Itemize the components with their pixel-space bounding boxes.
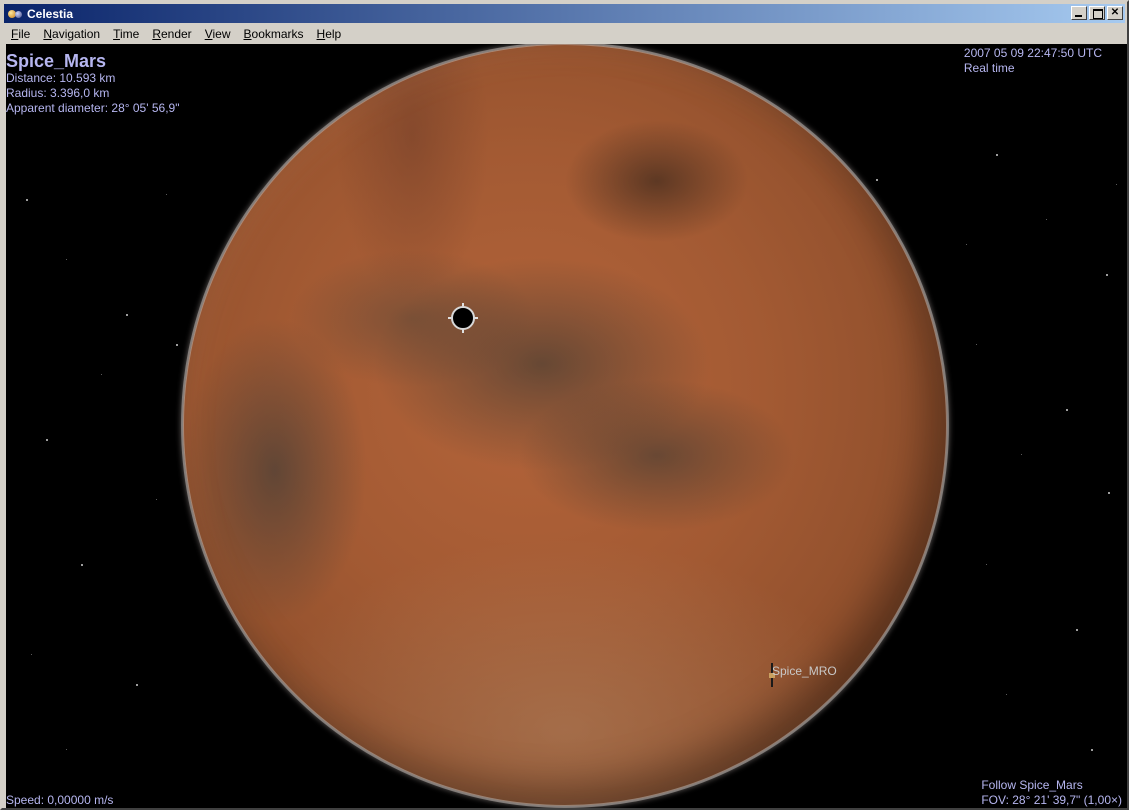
render-viewport[interactable]: Spice_MRO Spice_Mars Distance: 10.593 km… [6, 44, 1127, 808]
radius-readout: Radius: 3.396,0 km [6, 86, 110, 100]
menu-file[interactable]: File [4, 25, 36, 43]
menu-render[interactable]: Render [145, 25, 197, 43]
selection-crosshair-icon [448, 303, 478, 333]
window-title: Celestia [27, 6, 74, 21]
fov-readout: FOV: 28° 21' 39,7" (1,00×) [981, 793, 1122, 807]
speed-panel: Speed: 0,00000 m/s [6, 793, 113, 808]
mars-globe[interactable] [183, 44, 947, 806]
datetime-readout: 2007 05 09 22:47:50 UTC [963, 46, 1102, 60]
minimize-button[interactable] [1071, 6, 1087, 20]
maximize-button[interactable] [1089, 6, 1105, 20]
menu-bookmarks[interactable]: Bookmarks [237, 25, 310, 43]
object-info-panel: Spice_Mars Distance: 10.593 km Radius: 3… [6, 51, 179, 116]
menu-time[interactable]: Time [106, 25, 145, 43]
menu-bar: File Navigation Time Render View Bookmar… [4, 24, 1125, 44]
camera-info-panel: Follow Spice_Mars FOV: 28° 21' 39,7" (1,… [981, 778, 1122, 808]
title-bar[interactable]: Celestia ✕ [4, 4, 1125, 23]
distance-readout: Distance: 10.593 km [6, 71, 116, 85]
celestia-window: Celestia ✕ File Navigation Time Render V… [0, 0, 1129, 810]
selected-object-name: Spice_Mars [6, 51, 107, 71]
spacecraft-label[interactable]: Spice_MRO [772, 664, 837, 678]
celestia-app-icon [7, 6, 23, 22]
menu-view[interactable]: View [198, 25, 237, 43]
time-mode-readout: Real time [963, 61, 1015, 75]
apparent-diameter-readout: Apparent diameter: 28° 05' 56,9" [6, 101, 180, 115]
menu-help[interactable]: Help [310, 25, 348, 43]
menu-navigation[interactable]: Navigation [36, 25, 106, 43]
time-info-panel: 2007 05 09 22:47:50 UTC Real time [964, 46, 1102, 76]
speed-readout: Speed: 0,00000 m/s [6, 793, 114, 807]
follow-mode-readout: Follow Spice_Mars [981, 778, 1083, 792]
close-button[interactable]: ✕ [1107, 6, 1123, 20]
